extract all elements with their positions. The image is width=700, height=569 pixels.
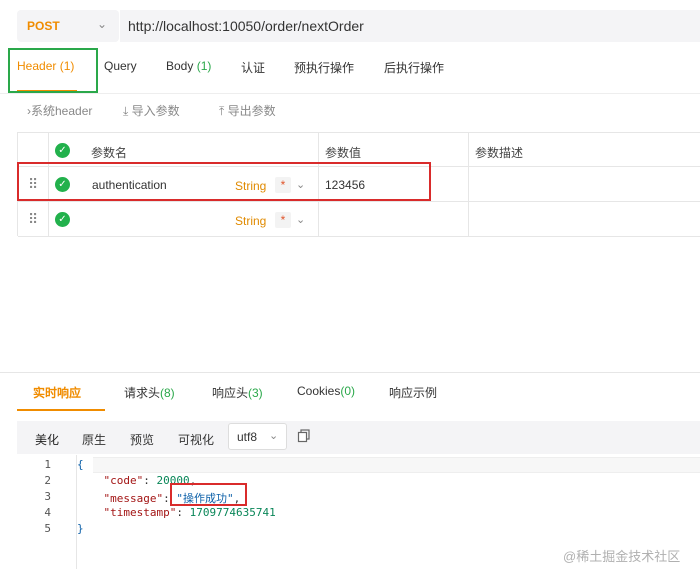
code-line-1: { <box>77 458 84 471</box>
view-mode-bar: 美化 原生 预览 可视化 utf8 ⌄ <box>17 421 700 454</box>
request-url-bar: POST ⌄ http://localhost:10050/order/next… <box>0 0 700 52</box>
view-pretty-button[interactable]: 美化 <box>35 431 59 448</box>
watermark: @稀土掘金技术社区 <box>563 549 681 564</box>
code-line-5: } <box>77 522 84 535</box>
json-key-code: "code" <box>103 474 144 487</box>
view-preview-button[interactable]: 预览 <box>130 431 154 448</box>
tab-query[interactable]: Query <box>104 59 137 73</box>
tab-auth[interactable]: 认证 <box>241 59 265 76</box>
active-response-tab-underline <box>17 409 105 411</box>
system-header-label: 系统header <box>31 104 93 118</box>
response-panel: 实时响应 请求头(8) 响应头(3) Cookies(0) 响应示例 美化 原生… <box>0 372 700 569</box>
request-tabs: Header (1) Query Body (1) 认证 预执行操作 后执行操作 <box>0 52 700 94</box>
method-label: POST <box>27 19 60 33</box>
tab-cookies-count: (0) <box>340 384 356 398</box>
export-params-button[interactable]: ⤒ 导出参数 <box>219 102 276 119</box>
url-value: http://localhost:10050/order/nextOrder <box>128 18 364 34</box>
url-input[interactable]: http://localhost:10050/order/nextOrder <box>120 10 700 42</box>
method-select[interactable]: POST ⌄ <box>17 10 119 42</box>
header-tab-highlight-box <box>8 48 98 93</box>
row-enabled-check-icon[interactable]: ✓ <box>55 212 70 227</box>
line-number: 1 <box>44 458 51 471</box>
tab-response-examples-label: 响应示例 <box>389 386 438 400</box>
json-key-timestamp: "timestamp" <box>103 506 177 519</box>
line-number: 5 <box>44 522 51 535</box>
json-value-timestamp: 1709774635741 <box>189 506 276 519</box>
view-visualize-button[interactable]: 可视化 <box>178 431 214 448</box>
param-type-select[interactable]: String <box>235 214 266 228</box>
copy-icon[interactable] <box>297 429 311 443</box>
column-header-value: 参数值 <box>325 146 362 160</box>
header-toolbar: ›系统header ⤓ 导入参数 ⤒ 导出参数 <box>0 96 700 126</box>
encoding-value: utf8 <box>237 430 258 444</box>
upload-icon: ⤒ <box>219 104 228 118</box>
json-open-brace: { <box>77 458 84 471</box>
tab-pre-script-label: 预执行操作 <box>294 61 355 75</box>
tab-query-label: Query <box>104 59 137 73</box>
tab-request-headers-label: 请求头 <box>124 386 161 400</box>
json-key-message: "message" <box>103 492 164 505</box>
tab-post-script-label: 后执行操作 <box>384 61 445 75</box>
tab-cookies-label: Cookies <box>297 384 341 398</box>
export-params-label: 导出参数 <box>227 104 276 118</box>
chevron-down-icon: ⌄ <box>97 17 108 31</box>
tab-live-response[interactable]: 实时响应 <box>33 384 81 401</box>
select-all-check-icon[interactable]: ✓ <box>55 143 70 158</box>
tab-post-script[interactable]: 后执行操作 <box>384 59 444 76</box>
auth-row-highlight-box <box>17 162 431 201</box>
table-row: ⠿ ✓ String * ⌄ <box>18 202 700 237</box>
drag-handle-icon[interactable]: ⠿ <box>28 211 38 228</box>
chevron-down-icon[interactable]: ⌄ <box>296 213 305 226</box>
tab-body[interactable]: Body (1) <box>166 59 211 73</box>
required-toggle[interactable]: * <box>275 212 291 228</box>
tab-request-headers[interactable]: 请求头(8) <box>124 384 175 401</box>
code-line-4: "timestamp": 1709774635741 <box>103 506 276 519</box>
line-number: 3 <box>44 490 51 503</box>
line-number: 2 <box>44 474 51 487</box>
view-raw-button[interactable]: 原生 <box>82 431 106 448</box>
chevron-down-icon: ⌄ <box>269 430 279 442</box>
download-icon: ⤓ <box>123 104 132 118</box>
tab-response-headers-label: 响应头 <box>212 386 249 400</box>
message-value-highlight-box <box>170 483 247 506</box>
tab-body-count: (1) <box>193 59 212 73</box>
column-header-desc: 参数描述 <box>475 146 524 160</box>
tab-response-headers[interactable]: 响应头(3) <box>212 384 263 401</box>
current-line-highlight <box>93 457 700 473</box>
tab-response-headers-count: (3) <box>248 386 263 400</box>
import-params-button[interactable]: ⤓ 导入参数 <box>123 102 180 119</box>
tab-cookies[interactable]: Cookies(0) <box>297 384 355 398</box>
system-header-toggle[interactable]: ›系统header <box>27 102 92 119</box>
tab-body-label: Body <box>166 59 194 73</box>
tab-pre-script[interactable]: 预执行操作 <box>294 59 354 76</box>
tab-request-headers-count: (8) <box>160 386 175 400</box>
column-header-name: 参数名 <box>91 146 128 160</box>
tab-live-response-label: 实时响应 <box>33 386 82 400</box>
encoding-select[interactable]: utf8 ⌄ <box>228 423 287 450</box>
tab-auth-label: 认证 <box>241 61 266 75</box>
line-number: 4 <box>44 506 51 519</box>
import-params-label: 导入参数 <box>131 104 180 118</box>
tab-response-examples[interactable]: 响应示例 <box>389 384 437 401</box>
json-close-brace: } <box>77 522 84 535</box>
